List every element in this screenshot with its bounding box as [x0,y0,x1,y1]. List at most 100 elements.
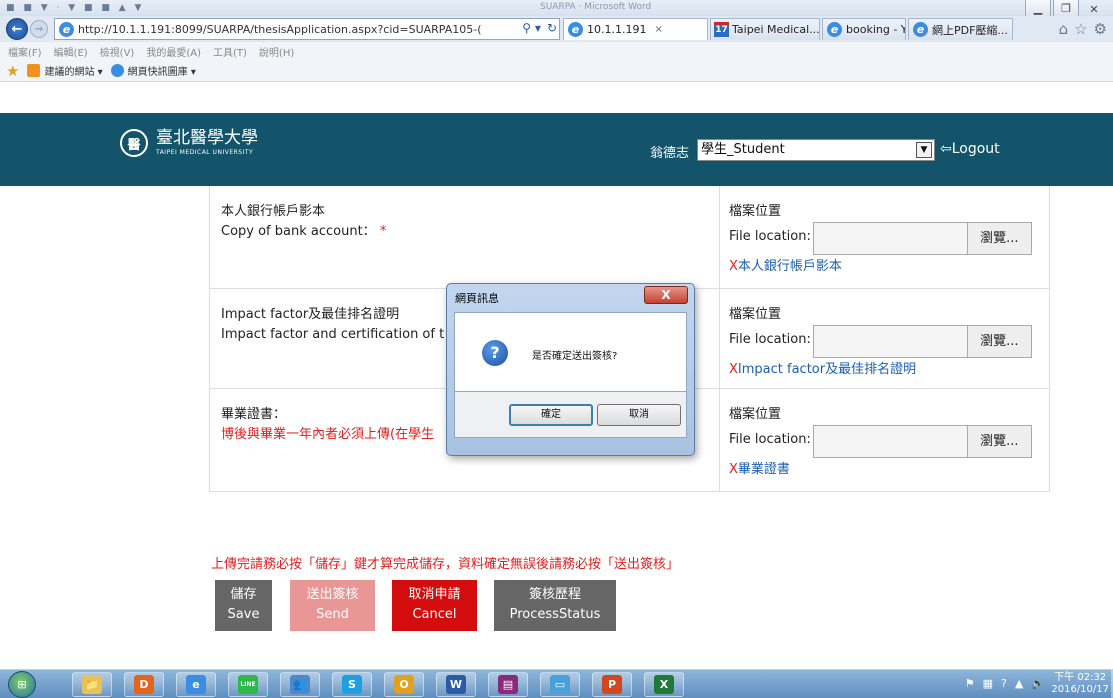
tab-pdf-compress[interactable]: e 網上PDF壓縮... [908,18,1013,40]
tab-taipei-medical[interactable]: 17 Taipei Medical... [710,18,820,40]
taskbar-app-powerpoint[interactable]: P [592,672,632,697]
favorites-star-icon[interactable]: ☆ [1074,20,1087,38]
taskbar-app-line[interactable]: LINE [228,672,268,697]
outlook-icon: O [394,675,414,694]
orange-app-icon: D [134,675,154,694]
error-x-icon: X [729,259,738,274]
university-logo[interactable]: 醫 臺北醫學大學 TAIPEI MEDICAL UNIVERSITY [120,129,258,157]
menu-view[interactable]: 檢視(V) [100,44,135,59]
window-titlebar: ■ ■ ▼ · ▼ ■ ■ ▲ ▼ SUARPA · Microsoft Wor… [0,0,1113,18]
skype-icon: S [342,675,362,694]
address-bar[interactable]: e http://10.1.1.191:8099/SUARPA/thesisAp… [54,18,560,40]
taskbar-app-excel[interactable]: X [644,672,684,697]
taskbar-app-ie[interactable]: e [176,672,216,697]
web-slice-icon [110,64,124,77]
tab-label: booking - Yah... [846,23,906,36]
file-path-input[interactable] [812,222,968,255]
validation-error: X本人銀行帳戶影本 [729,257,842,277]
file-path-input[interactable] [812,425,968,458]
calendar-icon: 17 [714,22,729,37]
browse-button[interactable]: 瀏覽... [966,222,1032,255]
taskbar-app-skype[interactable]: S [332,672,372,697]
powerpoint-icon: P [602,675,622,694]
file-cell: 檔案位置 File location: 瀏覽... X本人銀行帳戶影本 [720,186,1049,288]
logo-subtitle: TAIPEI MEDICAL UNIVERSITY [156,149,254,156]
file-location-en: File location: [729,432,811,447]
dialog-body: ? 是否確定送出簽核? [454,312,687,392]
error-text: 畢業證書 [737,462,790,477]
file-cell: 檔案位置 File location: 瀏覽... XImpact factor… [720,289,1049,388]
role-select-value: 學生_Student [701,142,785,157]
role-select[interactable]: 學生_Student ▼ [697,139,935,161]
favorites-star-icon[interactable]: ★ [6,62,19,80]
validation-error: X畢業證書 [729,460,790,480]
chevron-down-icon: ▼ [916,142,932,158]
refresh-icon[interactable]: ↻ [547,21,557,35]
logo-name: 臺北醫學大學 [156,128,258,148]
tab-booking[interactable]: e booking - Yah... [822,18,906,40]
browser-right-icons: ⌂ ☆ ⚙ [1059,20,1107,38]
logout-link[interactable]: ⇦Logout [940,141,1000,157]
process-status-button[interactable]: 簽核歷程 ProcessStatus [494,580,616,631]
start-button[interactable]: ⊞ [8,671,36,698]
university-seal-icon: 醫 [120,129,148,157]
taskbar-app-orange-app[interactable]: D [124,672,164,697]
confirm-cancel-button[interactable]: 取消 [597,404,681,426]
file-path-input[interactable] [812,325,968,358]
logout-icon: ⇦ [940,141,952,157]
menu-tools[interactable]: 工具(T) [213,44,247,59]
browse-button[interactable]: 瀏覽... [966,425,1032,458]
home-icon[interactable]: ⌂ [1059,20,1069,38]
browse-button[interactable]: 瀏覽... [966,325,1032,358]
taskbar-app-contacts[interactable]: 👥 [280,672,320,697]
gear-icon[interactable]: ⚙ [1094,20,1107,38]
winrar-icon: ▤ [498,675,518,694]
taskbar-app-remote[interactable]: ▭ [540,672,580,697]
forward-button[interactable]: → [30,20,48,38]
dialog-message: 是否確定送出簽核? [532,351,618,362]
back-button[interactable]: ← [6,18,28,40]
cancel-application-button[interactable]: 取消申請 Cancel [392,580,477,631]
save-label-zh: 儲存 [230,587,257,602]
network-icon[interactable]: ▦ [983,677,993,690]
taskbar-app-explorer[interactable]: 📁 [72,672,112,697]
dialog-title: 網頁訊息 [455,292,499,305]
send-button[interactable]: 送出簽核 Send [290,580,375,631]
menu-favorites[interactable]: 我的最愛(A) [146,44,201,59]
logout-label: Logout [951,141,1000,157]
save-notice: 上傳完請務必按「儲存」鍵才算完成儲存，資料確定無誤後請務必按「送出簽核」 [211,557,680,572]
menu-edit[interactable]: 編輯(E) [54,44,88,59]
confirm-ok-button[interactable]: 確定 [509,404,593,426]
taskbar-app-outlook[interactable]: O [384,672,424,697]
search-icon[interactable]: ⚲ ▾ [522,21,541,35]
window-title: SUARPA · Microsoft Word [540,2,652,12]
tab-10-1-1-191[interactable]: e 10.1.1.191 × [563,18,708,40]
tab-label: 10.1.1.191 [587,23,647,36]
address-tools: ⚲ ▾ ↻ [519,21,557,35]
fav-suggested-sites[interactable]: 建議的網站 ▾ [44,63,102,78]
taskbar-app-word[interactable]: W [436,672,476,697]
tab-label: Taipei Medical... [732,23,820,36]
save-button[interactable]: 儲存 Save [215,580,272,631]
system-clock[interactable]: 下午 02:32 2016/10/17 [1051,672,1109,696]
show-hidden-icons[interactable]: ▲ [1015,677,1023,690]
volume-icon[interactable]: 🔈 [1031,677,1045,690]
taskbar-app-winrar[interactable]: ▤ [488,672,528,697]
ie-icon: e [186,675,206,694]
close-tab-icon[interactable]: × [654,24,662,35]
menu-file[interactable]: 檔案(F) [8,44,42,59]
file-location-en: File location: [729,332,811,347]
field-label-en: Copy of bank account： [221,224,376,239]
quick-access-toolbar[interactable]: ■ ■ ▼ · ▼ ■ ■ ▲ ▼ [6,3,144,13]
error-x-icon: X [729,362,738,377]
dialog-close-button[interactable]: X [644,286,688,304]
table-row: 本人銀行帳戶影本 Copy of bank account： * 檔案位置 Fi… [210,186,1049,289]
menu-help[interactable]: 說明(H) [259,44,294,59]
fav-web-slice-gallery[interactable]: 網頁快訊圖庫 ▾ [128,63,196,78]
status-label-en: ProcessStatus [509,607,601,622]
validation-error: XImpact factor及最佳排名證明 [729,360,916,380]
flag-icon[interactable]: ⚑ [965,677,975,690]
help-icon[interactable]: ? [1001,677,1007,690]
excel-icon: X [654,675,674,694]
ie-page-icon: e [59,21,74,37]
